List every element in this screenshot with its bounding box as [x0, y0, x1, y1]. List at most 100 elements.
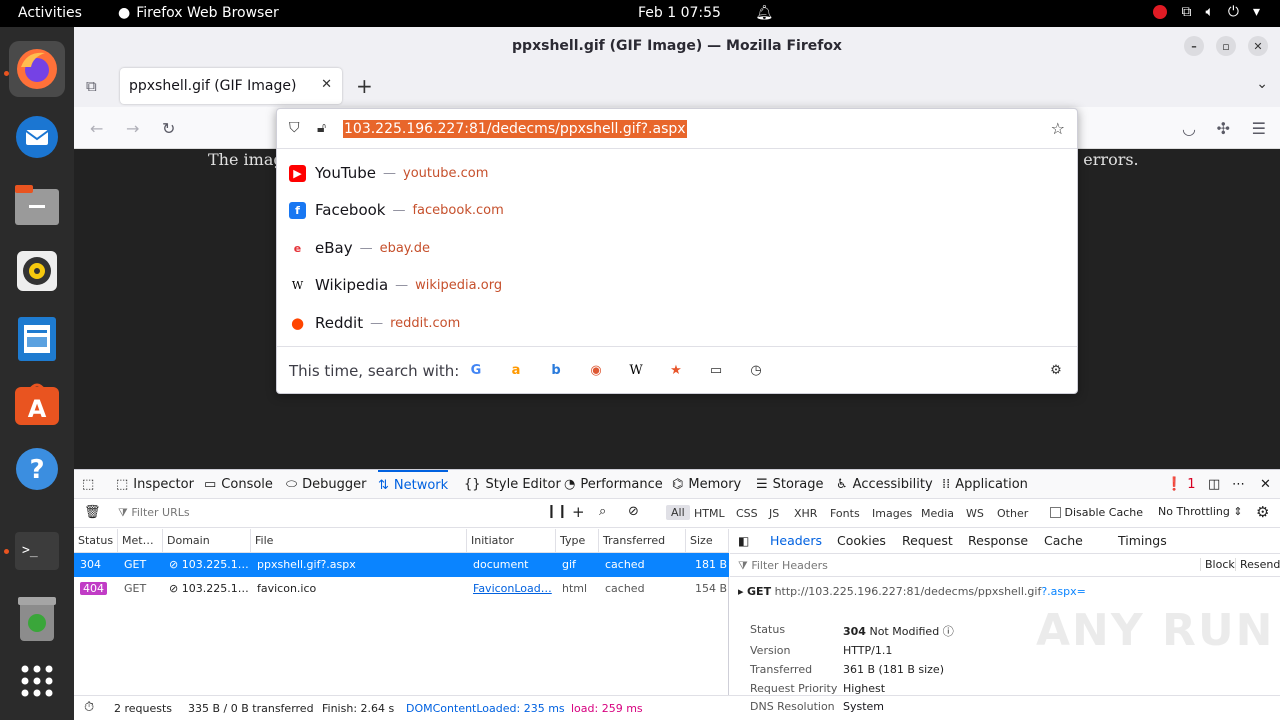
duckduckgo-icon[interactable]: ◉: [587, 361, 605, 379]
search-settings-gear-icon[interactable]: ⚙: [1047, 361, 1065, 379]
disable-cache-checkbox[interactable]: Disable Cache: [1050, 506, 1143, 519]
urlbar[interactable]: ⛉ 🔓︎ 103.225.196.227:81/dedecms/ppxshell…: [277, 109, 1077, 149]
column-header[interactable]: Met…: [118, 529, 163, 553]
dock-thunderbird[interactable]: [9, 109, 65, 165]
bookmark-star-icon[interactable]: ☆: [1051, 119, 1065, 138]
devtools-tab-performance[interactable]: ◔ Performance: [564, 470, 663, 499]
back-button[interactable]: ←: [90, 119, 103, 138]
minimize-button[interactable]: –: [1184, 36, 1204, 56]
add-request-icon[interactable]: +: [572, 503, 585, 521]
details-tab-cookies[interactable]: Cookies: [837, 533, 886, 548]
activities-button[interactable]: Activities: [18, 5, 82, 21]
table-row[interactable]: 404 GET ⊘ 103.225.1… favicon.ico FaviconLoad…: [74, 577, 729, 601]
throttling-select[interactable]: No Throttling ⇕: [1158, 505, 1243, 518]
block-button[interactable]: Block: [1200, 558, 1235, 571]
column-header[interactable]: Size: [686, 529, 729, 553]
filter-type-html[interactable]: HTML: [694, 507, 725, 520]
amazon-icon[interactable]: a: [507, 361, 525, 379]
devtools-tab-debugger[interactable]: ⬭ Debugger: [286, 470, 366, 499]
column-header[interactable]: Type: [556, 529, 599, 553]
pocket-icon[interactable]: ◡: [1182, 119, 1196, 138]
list-all-tabs-icon[interactable]: ⌄: [1256, 76, 1268, 92]
clear-trash-icon[interactable]: 🗑︎: [84, 505, 101, 520]
google-icon[interactable]: G: [467, 361, 485, 379]
network-settings-gear-icon[interactable]: ⚙: [1256, 503, 1269, 521]
devtools-tab-console[interactable]: ▭ Console: [204, 470, 273, 499]
column-header[interactable]: Domain: [163, 529, 251, 553]
bing-icon[interactable]: b: [547, 361, 565, 379]
dock-rhythmbox[interactable]: [9, 243, 65, 299]
filter-headers-input[interactable]: ⧩ Filter Headers: [738, 559, 828, 573]
app-menu[interactable]: ● Firefox Web Browser: [118, 5, 279, 21]
help-icon[interactable]: ⓘ: [943, 625, 954, 638]
suggestion-ebay[interactable]: e eBay — ebay.de: [289, 230, 430, 266]
shield-icon[interactable]: ⛉: [289, 120, 300, 136]
filter-type-js[interactable]: JS: [769, 507, 779, 520]
dock-files[interactable]: [9, 177, 65, 233]
history-search-icon[interactable]: ◷: [747, 361, 765, 379]
window-titlebar[interactable]: ppxshell.gif (GIF Image) — Mozilla Firef…: [74, 27, 1280, 65]
close-tab-icon[interactable]: ✕: [321, 77, 332, 92]
devtools-tab-application[interactable]: ⁞⁞ Application: [942, 470, 1028, 499]
toggle-sidebar-icon[interactable]: ◧: [738, 534, 749, 548]
block-requests-icon[interactable]: ⊘: [628, 504, 639, 519]
suggestion-wikipedia[interactable]: W Wikipedia — wikipedia.org: [289, 267, 502, 303]
table-row[interactable]: 304 GET ⊘ 103.225.1… ppxshell.gif?.aspx docu…: [74, 553, 729, 577]
dock-app-center[interactable]: A: [9, 375, 65, 431]
bookmarks-search-icon[interactable]: ★: [667, 361, 685, 379]
url-input[interactable]: 103.225.196.227:81/dedecms/ppxshell.gif?…: [343, 120, 687, 138]
details-tab-cache[interactable]: Cache: [1044, 533, 1083, 548]
forward-button[interactable]: →: [126, 119, 139, 138]
dock-side-icon[interactable]: ◫: [1208, 470, 1220, 499]
column-header[interactable]: Transferred: [599, 529, 686, 553]
element-picker-icon[interactable]: ⬚: [82, 470, 94, 499]
clock[interactable]: Feb 1 07:55 🔔︎: [638, 5, 773, 21]
suggestion-facebook[interactable]: f Facebook — facebook.com: [289, 192, 504, 228]
close-window-button[interactable]: ✕: [1248, 36, 1268, 56]
dock-trash[interactable]: [9, 591, 65, 647]
filter-type-ws[interactable]: WS: [966, 507, 984, 520]
column-header[interactable]: Status: [74, 529, 118, 553]
wikipedia-search-icon[interactable]: W: [627, 361, 645, 379]
filter-type-images[interactable]: Images: [872, 507, 912, 520]
dock-writer[interactable]: [9, 311, 65, 367]
details-tab-timings[interactable]: Timings: [1118, 533, 1167, 548]
hamburger-menu-icon[interactable]: ☰: [1252, 119, 1266, 138]
filter-type-other[interactable]: Other: [997, 507, 1028, 520]
resend-button[interactable]: Resend: [1235, 558, 1280, 571]
column-header[interactable]: Initiator: [467, 529, 556, 553]
filter-type-xhr[interactable]: XHR: [794, 507, 817, 520]
dock-help[interactable]: ?: [9, 441, 65, 497]
dock-show-apps[interactable]: [9, 653, 65, 709]
search-icon[interactable]: ⌕: [599, 504, 606, 519]
reload-button[interactable]: ↻: [162, 119, 175, 138]
new-tab-button[interactable]: +: [356, 74, 373, 98]
devtools-menu-icon[interactable]: ⋯: [1232, 470, 1245, 499]
close-devtools-icon[interactable]: ✕: [1260, 470, 1271, 499]
devtools-tab-accessibility[interactable]: ♿︎ Accessibility: [836, 470, 933, 499]
insecure-lock-icon[interactable]: 🔓︎: [317, 120, 326, 136]
suggestion-reddit[interactable]: ● Reddit — reddit.com: [289, 305, 460, 341]
filter-type-all[interactable]: All: [666, 505, 690, 520]
devtools-tab-storage[interactable]: ☰ Storage: [756, 470, 824, 499]
filter-type-css[interactable]: CSS: [736, 507, 758, 520]
error-count-badge[interactable]: ❗ 1: [1166, 470, 1195, 499]
tab-ppxshell[interactable]: ppxshell.gif (GIF Image) ✕: [120, 68, 342, 104]
devtools-tab-inspector[interactable]: ⬚ Inspector: [116, 470, 194, 499]
tab-overview-icon[interactable]: ⧉: [86, 77, 97, 95]
extensions-icon[interactable]: ✣: [1217, 119, 1230, 138]
suggestion-youtube[interactable]: ▶ YouTube — youtube.com: [289, 155, 488, 191]
dock-terminal[interactable]: >_: [9, 523, 65, 579]
tabs-search-icon[interactable]: ▭: [707, 361, 725, 379]
maximize-button[interactable]: ▫: [1216, 36, 1236, 56]
details-tab-response[interactable]: Response: [968, 533, 1028, 548]
devtools-tab-network[interactable]: ⇅ Network: [378, 470, 449, 499]
devtools-tab-style-editor[interactable]: {} Style Editor: [464, 470, 561, 499]
request-summary[interactable]: ▸ GET http://103.225.196.227:81/dedecms/…: [738, 585, 1086, 598]
devtools-tab-memory[interactable]: ⌬ Memory: [672, 470, 741, 499]
details-tab-request[interactable]: Request: [902, 533, 953, 548]
cell-initiator[interactable]: FaviconLoad…: [473, 582, 554, 595]
filter-urls-input[interactable]: ⧩ Filter URLs: [118, 506, 190, 520]
pause-icon[interactable]: ❙❙: [546, 504, 568, 519]
dock-firefox[interactable]: [9, 41, 65, 97]
